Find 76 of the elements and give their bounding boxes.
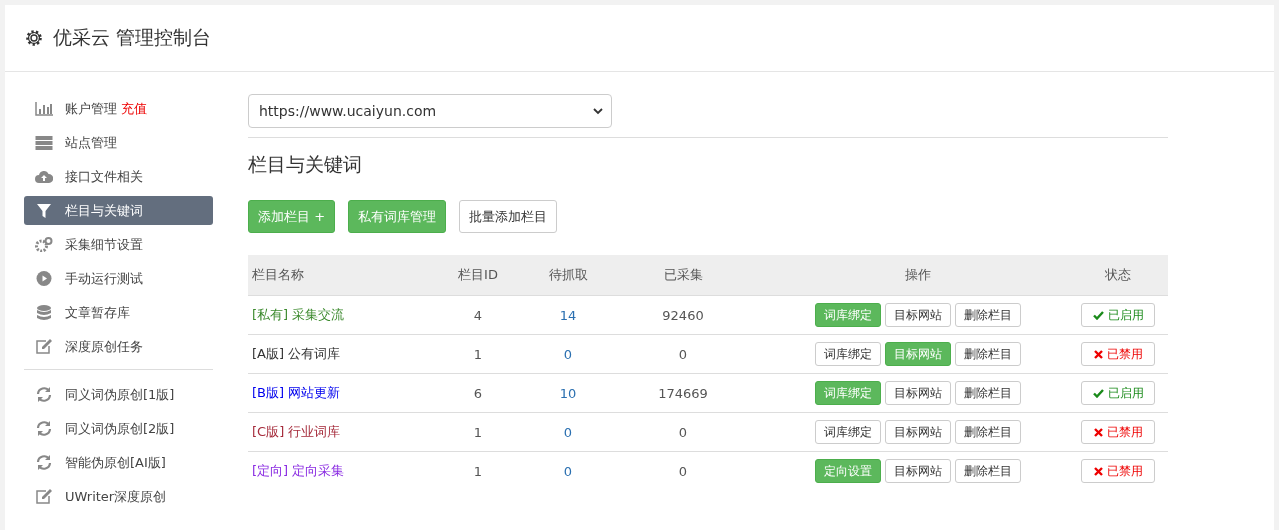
- table-cell: 10: [538, 373, 598, 413]
- table-cell: 0: [538, 412, 598, 452]
- sidebar-item[interactable]: 智能伪原创[AI版]: [24, 448, 213, 477]
- table-cell: 0: [598, 334, 768, 374]
- column-header: 栏目ID: [418, 255, 538, 296]
- action-button[interactable]: 目标网站: [885, 420, 951, 444]
- table-cell: 92460: [598, 295, 768, 335]
- database-icon: [35, 304, 53, 321]
- play-icon: [35, 271, 53, 286]
- server-icon: [35, 135, 53, 150]
- cloud-upload-icon: [35, 170, 53, 183]
- refresh-icon: [35, 387, 53, 402]
- action-button[interactable]: 删除栏目: [955, 381, 1021, 405]
- column-header: 已采集: [598, 255, 768, 296]
- sidebar-item[interactable]: 深度原创任务: [24, 332, 213, 361]
- table-cell: [A版] 公有词库: [248, 334, 418, 374]
- table-cell: [私有] 采集交流: [248, 295, 418, 335]
- status-button[interactable]: 已启用: [1081, 381, 1155, 405]
- status-button[interactable]: 已启用: [1081, 303, 1155, 327]
- check-icon: [1092, 388, 1104, 398]
- toolbar-button[interactable]: 批量添加栏目: [459, 200, 558, 233]
- action-button[interactable]: 删除栏目: [955, 303, 1021, 327]
- sidebar-item[interactable]: 采集细节设置: [24, 230, 213, 259]
- sidebar-item[interactable]: 栏目与关键词: [24, 196, 213, 225]
- edit-icon: [35, 489, 53, 504]
- table-cell: 0: [538, 451, 598, 490]
- sidebar-item[interactable]: UWriter深度原创: [24, 482, 213, 511]
- column-header: 状态: [1068, 255, 1168, 296]
- refresh-icon: [35, 421, 53, 436]
- sidebar-item[interactable]: 账户管理 充值: [24, 94, 213, 123]
- sidebar-item[interactable]: 接口文件相关: [24, 162, 213, 191]
- edit-icon: [35, 339, 53, 354]
- column-header: 待抓取: [538, 255, 598, 296]
- status-button[interactable]: 已禁用: [1081, 342, 1155, 366]
- site-select[interactable]: https://www.ucaiyun.com: [248, 94, 612, 128]
- status-button[interactable]: 已禁用: [1081, 420, 1155, 444]
- table-cell: [B版] 网站更新: [248, 373, 418, 413]
- refresh-icon: [35, 455, 53, 470]
- table-cell: 1: [418, 334, 538, 374]
- action-button[interactable]: 删除栏目: [955, 342, 1021, 366]
- table-cell: 0: [598, 412, 768, 452]
- settings-icon: [25, 29, 43, 47]
- action-button[interactable]: 词库绑定: [815, 342, 881, 366]
- sidebar-item[interactable]: 站点管理: [24, 128, 213, 157]
- table-cell: 0: [538, 334, 598, 374]
- table-cell: [定向] 定向采集: [248, 451, 418, 490]
- column-header: 操作: [768, 255, 1068, 296]
- action-button[interactable]: 目标网站: [885, 303, 951, 327]
- action-button[interactable]: 词库绑定: [815, 420, 881, 444]
- section-title: 栏目与关键词: [248, 152, 363, 177]
- table-cell: 1: [418, 451, 538, 490]
- column-header: 栏目名称: [248, 255, 418, 296]
- close-icon: [1093, 427, 1103, 437]
- table-cell: 6: [418, 373, 538, 413]
- table-cell: [C版] 行业词库: [248, 412, 418, 452]
- table-cell: 4: [418, 295, 538, 335]
- action-button[interactable]: 删除栏目: [955, 459, 1021, 483]
- action-button[interactable]: 删除栏目: [955, 420, 1021, 444]
- status-button[interactable]: 已禁用: [1081, 459, 1155, 483]
- check-icon: [1092, 310, 1104, 320]
- table-cell: 174669: [598, 373, 768, 413]
- table-cell: 1: [418, 412, 538, 452]
- table-cell: 0: [598, 451, 768, 490]
- sidebar-item[interactable]: 手动运行测试: [24, 264, 213, 293]
- app-title: 优采云 管理控制台: [53, 25, 212, 50]
- sidebar-item[interactable]: 文章暂存库: [24, 298, 213, 327]
- table-cell: 14: [538, 295, 598, 335]
- close-icon: [1093, 349, 1103, 359]
- bar-chart-icon: [35, 101, 53, 116]
- chevron-down-icon: [593, 107, 603, 115]
- sidebar-item[interactable]: 同义词伪原创[1版]: [24, 380, 213, 409]
- action-button[interactable]: 目标网站: [885, 381, 951, 405]
- action-button[interactable]: 目标网站: [885, 459, 951, 483]
- sidebar-item[interactable]: 同义词伪原创[2版]: [24, 414, 213, 443]
- close-icon: [1093, 466, 1103, 476]
- filter-icon: [35, 203, 53, 218]
